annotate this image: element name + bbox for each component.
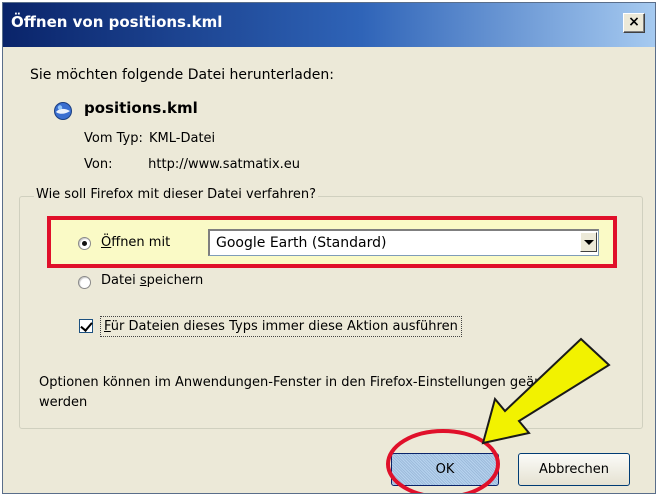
chevron-down-icon: [584, 240, 594, 245]
pointer-arrow-icon: [481, 337, 611, 445]
application-select-value: Google Earth (Standard): [216, 235, 387, 251]
open-with-label[interactable]: Öffnen mit: [101, 235, 170, 250]
checkmark-icon: [80, 319, 93, 332]
file-source-row: Von: http://www.satmatix.eu: [84, 157, 300, 172]
title-bar[interactable]: Öffnen von positions.kml ×: [3, 3, 655, 47]
save-file-label-before: Datei: [101, 273, 140, 288]
google-earth-file-icon: [54, 102, 72, 120]
file-type-value: KML-Datei: [149, 131, 216, 146]
always-do-label[interactable]: Für Dateien dieses Typs immer diese Akti…: [100, 316, 462, 337]
application-select[interactable]: Google Earth (Standard): [208, 229, 599, 256]
cancel-button[interactable]: Abbrechen: [518, 453, 630, 486]
window-title: Öffnen von positions.kml: [11, 13, 223, 31]
action-group-legend: Wie soll Firefox mit dieser Datei verfah…: [34, 187, 318, 202]
always-do-label-rest: ür Dateien dieses Typs immer diese Aktio…: [110, 319, 458, 334]
file-source-value: http://www.satmatix.eu: [148, 157, 301, 172]
always-do-mnemonic: F: [104, 319, 111, 334]
close-icon: ×: [628, 14, 640, 30]
file-source-label: Von:: [84, 157, 113, 172]
save-file-label[interactable]: Datei speichern: [101, 273, 203, 288]
file-type-row: Vom Typ: KML-Datei: [84, 131, 215, 146]
download-dialog: Öffnen von positions.kml × Sie möchten f…: [2, 2, 656, 494]
save-file-label-after: peichern: [146, 273, 204, 288]
intro-text: Sie möchten folgende Datei herunterladen…: [30, 67, 334, 83]
save-file-mnemonic: s: [139, 273, 147, 288]
open-with-label-rest: ffnen mit: [111, 235, 171, 250]
file-name: positions.kml: [84, 99, 198, 117]
always-do-checkbox[interactable]: [79, 319, 93, 333]
save-file-radio[interactable]: [78, 276, 91, 289]
file-type-label: Vom Typ:: [84, 131, 143, 146]
close-button[interactable]: ×: [623, 13, 645, 33]
dropdown-button[interactable]: [580, 232, 597, 252]
open-with-mnemonic: Ö: [101, 235, 112, 250]
open-with-radio[interactable]: [78, 237, 91, 250]
